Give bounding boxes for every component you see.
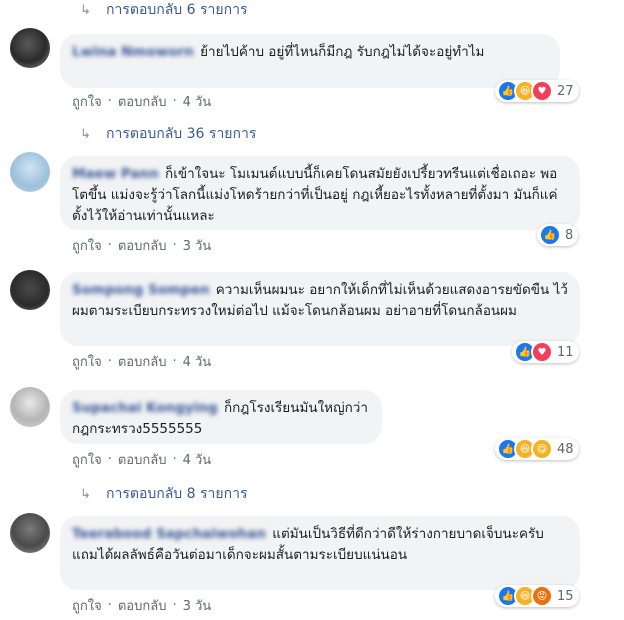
reaction-count: 11 bbox=[557, 344, 574, 360]
commenter-name[interactable]: Teerabood Sapchaiwohan bbox=[72, 526, 266, 542]
separator-dot: · bbox=[107, 597, 112, 613]
separator-dot: · bbox=[172, 353, 177, 369]
replies-count: 8 bbox=[186, 486, 196, 502]
reply-arrow-icon: ↳ bbox=[80, 2, 91, 18]
separator-dot: · bbox=[107, 237, 112, 253]
comment-bubble: Supachai Kongying ก็กฎโรงเรียนมันใหญ่กว่… bbox=[60, 390, 382, 444]
reaction-count: 48 bbox=[557, 441, 574, 457]
reactions-summary[interactable]: 👍 😆 ♥ 27 bbox=[495, 80, 579, 102]
reactions-summary[interactable]: 👍 ♥ 11 bbox=[512, 341, 579, 363]
comment-actions: ถูกใจ · ตอบกลับ · 3 วัน bbox=[72, 596, 211, 614]
like-link[interactable]: ถูกใจ bbox=[72, 235, 102, 256]
like-link[interactable]: ถูกใจ bbox=[72, 449, 102, 470]
reply-arrow-icon: ↳ bbox=[80, 486, 91, 502]
separator-dot: · bbox=[107, 353, 112, 369]
replies-prefix: การตอบกลับ bbox=[106, 2, 183, 18]
love-reaction-icon: ♥ bbox=[531, 80, 553, 102]
haha-reaction-icon: 😋 bbox=[531, 438, 553, 460]
like-link[interactable]: ถูกใจ bbox=[72, 595, 102, 616]
reaction-count: 27 bbox=[557, 83, 574, 99]
comment-time[interactable]: 4 วัน bbox=[183, 91, 212, 112]
comment-actions: ถูกใจ · ตอบกลับ · 4 วัน bbox=[72, 450, 211, 468]
replies-prefix: การตอบกลับ bbox=[106, 486, 183, 502]
reply-link[interactable]: ตอบกลับ bbox=[118, 91, 167, 112]
reply-link[interactable]: ตอบกลับ bbox=[118, 235, 167, 256]
like-link[interactable]: ถูกใจ bbox=[72, 91, 102, 112]
separator-dot: · bbox=[172, 237, 177, 253]
comment-bubble: Teerabood Sapchaiwohan แต่มันเป็นวิธีที่… bbox=[60, 516, 580, 590]
reply-link[interactable]: ตอบกลับ bbox=[118, 449, 167, 470]
comment-text: ย้ายไปค้าบ อยู่ที่ไหนก็มีกฎ รับกฎไม่ได้จ… bbox=[200, 44, 485, 60]
comment-bubble: Lwina Nmoworn ย้ายไปค้าบ อยู่ที่ไหนก็มีก… bbox=[60, 34, 560, 88]
comment-bubble: Maew Pann ก็เข้าใจนะ โมเมนต์แบบนี้ก็เคยโ… bbox=[60, 156, 580, 230]
avatar[interactable] bbox=[10, 387, 50, 427]
avatar[interactable] bbox=[10, 152, 50, 192]
love-reaction-icon: ♥ bbox=[531, 341, 553, 363]
reactions-summary[interactable]: 👍 😆 😋 48 bbox=[495, 438, 579, 460]
view-replies-link[interactable]: ↳ การตอบกลับ 8 รายการ bbox=[80, 484, 247, 504]
reply-link[interactable]: ตอบกลับ bbox=[118, 595, 167, 616]
comment-actions: ถูกใจ · ตอบกลับ · 4 วัน bbox=[72, 92, 211, 110]
comment-time[interactable]: 4 วัน bbox=[183, 351, 212, 372]
reactions-summary[interactable]: 👍 8 bbox=[537, 224, 579, 246]
separator-dot: · bbox=[107, 93, 112, 109]
commenter-name[interactable]: Supachai Kongying bbox=[72, 400, 218, 416]
reply-arrow-icon: ↳ bbox=[80, 126, 91, 142]
comment-actions: ถูกใจ · ตอบกลับ · 4 วัน bbox=[72, 352, 211, 370]
reaction-count: 8 bbox=[565, 227, 574, 243]
comment-time[interactable]: 3 วัน bbox=[183, 595, 212, 616]
comment-actions: ถูกใจ · ตอบกลับ · 3 วัน bbox=[72, 236, 211, 254]
replies-suffix: รายการ bbox=[208, 126, 257, 142]
replies-count: 36 bbox=[186, 126, 205, 142]
view-replies-link[interactable]: ↳ การตอบกลับ 6 รายการ bbox=[80, 0, 247, 20]
comment-bubble: Sompong Sompen ความเห็นผมนะ อยากให้เด็กท… bbox=[60, 272, 580, 346]
commenter-name[interactable]: Sompong Sompen bbox=[72, 282, 209, 298]
separator-dot: · bbox=[172, 451, 177, 467]
avatar[interactable] bbox=[10, 28, 50, 68]
like-reaction-icon: 👍 bbox=[539, 224, 561, 246]
like-link[interactable]: ถูกใจ bbox=[72, 351, 102, 372]
commenter-name[interactable]: Lwina Nmoworn bbox=[72, 44, 194, 60]
reply-link[interactable]: ตอบกลับ bbox=[118, 351, 167, 372]
commenter-name[interactable]: Maew Pann bbox=[72, 166, 159, 182]
replies-prefix: การตอบกลับ bbox=[106, 126, 183, 142]
replies-suffix: รายการ bbox=[200, 2, 248, 18]
comment-time[interactable]: 3 วัน bbox=[183, 235, 212, 256]
replies-count: 6 bbox=[186, 2, 196, 18]
angry-reaction-icon: 😡 bbox=[531, 585, 553, 607]
reactions-summary[interactable]: 👍 😆 😡 15 bbox=[495, 585, 579, 607]
separator-dot: · bbox=[172, 597, 177, 613]
avatar[interactable] bbox=[10, 513, 50, 553]
avatar[interactable] bbox=[10, 270, 50, 310]
comment-time[interactable]: 4 วัน bbox=[183, 449, 212, 470]
replies-suffix: รายการ bbox=[200, 486, 248, 502]
separator-dot: · bbox=[172, 93, 177, 109]
view-replies-link[interactable]: ↳ การตอบกลับ 36 รายการ bbox=[80, 124, 256, 144]
separator-dot: · bbox=[107, 451, 112, 467]
reaction-count: 15 bbox=[557, 588, 574, 604]
